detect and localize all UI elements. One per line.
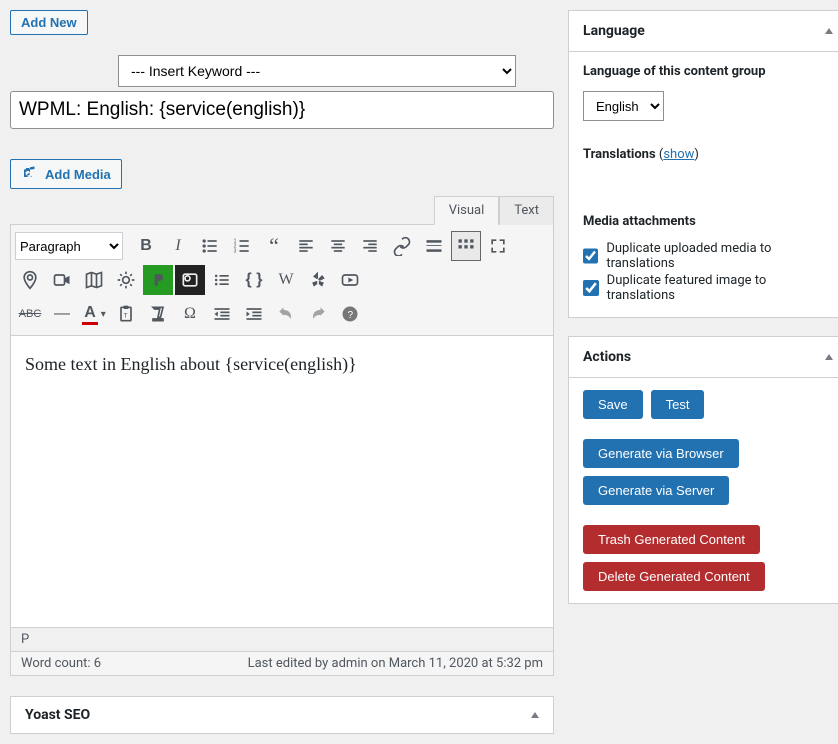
italic-button[interactable]: I [163,231,193,261]
read-more-button[interactable] [419,231,449,261]
tab-visual[interactable]: Visual [434,196,500,225]
outdent-button[interactable] [207,299,237,329]
paste-text-button[interactable]: T [111,299,141,329]
camera-music-icon [21,165,39,183]
map-icon[interactable] [79,265,109,295]
youtube-icon[interactable] [335,265,365,295]
show-translations-link[interactable]: show [663,147,694,162]
generate-browser-button[interactable]: Generate via Browser [583,439,739,468]
svg-text:3: 3 [234,249,237,255]
toolbar-toggle-button[interactable] [451,231,481,261]
actions-metabox-toggle[interactable]: Actions [569,337,838,378]
numbered-list-button[interactable]: 123 [227,231,257,261]
map-pin-icon[interactable] [15,265,45,295]
indent-button[interactable] [239,299,269,329]
collapse-icon [825,28,833,34]
strikethrough-button[interactable]: ABC [15,299,45,329]
trash-generated-button[interactable]: Trash Generated Content [583,525,760,554]
pixabay-button[interactable] [175,265,205,295]
link-button[interactable] [387,231,417,261]
tab-text[interactable]: Text [499,196,554,225]
media-attachments-label: Media attachments [583,214,833,229]
svg-text:T: T [124,312,128,319]
language-metabox: Language Language of this content group … [568,10,838,318]
weather-icon[interactable] [111,265,141,295]
pexels-button[interactable] [143,265,173,295]
delete-generated-button[interactable]: Delete Generated Content [583,562,765,591]
add-media-label: Add Media [45,167,111,182]
yelp-icon[interactable] [303,265,333,295]
video-pin-icon[interactable] [47,265,77,295]
text-color-button[interactable]: A▾ [79,299,109,329]
wikipedia-icon[interactable]: W [271,265,301,295]
definition-list-icon[interactable] [207,265,237,295]
chk-duplicate-media[interactable] [583,248,598,264]
translations-label: Translations [583,147,656,162]
insert-keyword-select[interactable]: --- Insert Keyword --- [118,55,516,87]
collapse-icon [825,354,833,360]
chk-duplicate-featured-label: Duplicate featured image to translations [607,273,833,303]
align-center-button[interactable] [323,231,353,261]
fullscreen-button[interactable] [483,231,513,261]
post-title-input[interactable] [10,91,554,129]
chk-duplicate-featured[interactable] [583,280,599,296]
yoast-seo-title: Yoast SEO [25,707,90,723]
content-group-label: Language of this content group [583,64,833,79]
help-button[interactable]: ? [335,299,365,329]
blockquote-button[interactable]: “ [259,231,289,261]
language-select[interactable]: English [583,91,664,121]
clear-formatting-button[interactable] [143,299,173,329]
yoast-seo-metabox[interactable]: Yoast SEO [10,696,554,734]
collapse-icon [531,712,539,718]
editor-content[interactable]: Some text in English about {service(engl… [10,336,554,628]
generate-server-button[interactable]: Generate via Server [583,476,729,505]
save-button[interactable]: Save [583,390,643,419]
actions-metabox: Actions Save Test Generate via Browser G… [568,336,838,604]
special-char-button[interactable]: Ω [175,299,205,329]
path-status: P [10,628,554,652]
chk-duplicate-media-label: Duplicate uploaded media to translations [606,241,833,271]
align-left-button[interactable] [291,231,321,261]
language-metabox-toggle[interactable]: Language [569,11,838,52]
hr-button[interactable]: — [47,299,77,329]
redo-button[interactable] [303,299,333,329]
svg-text:?: ? [348,310,354,321]
bold-button[interactable]: B [131,231,161,261]
test-button[interactable]: Test [651,390,705,419]
code-braces-icon[interactable]: { } [239,265,269,295]
actions-title: Actions [583,349,631,365]
add-media-button[interactable]: Add Media [10,159,122,189]
bullet-list-button[interactable] [195,231,225,261]
language-title: Language [583,23,645,39]
align-right-button[interactable] [355,231,385,261]
undo-button[interactable] [271,299,301,329]
format-select[interactable]: Paragraph [15,232,123,260]
add-new-button[interactable]: Add New [10,10,88,35]
